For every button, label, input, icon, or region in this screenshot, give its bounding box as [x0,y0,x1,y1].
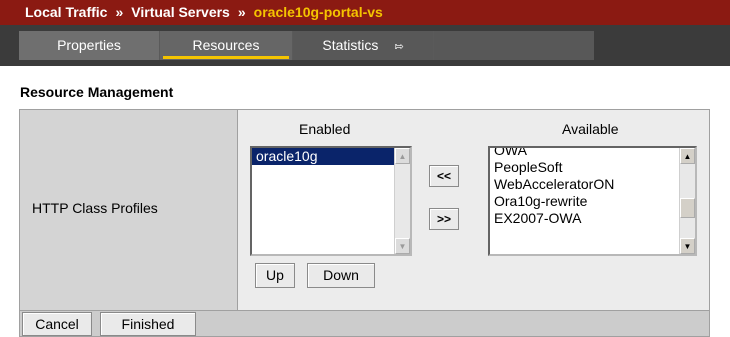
list-item[interactable]: oracle10g [252,148,410,165]
available-scrollbar[interactable]: ▲ ▼ [679,148,695,254]
breadcrumb: Local Traffic » Virtual Servers » oracle10g-… [0,0,730,25]
down-button[interactable]: Down [307,263,375,288]
breadcrumb-current-page: oracle10g-portal-vs [253,4,383,20]
enabled-scrollbar[interactable]: ▲ ▼ [394,148,410,254]
tab-properties[interactable]: Properties [19,31,160,60]
move-to-enabled-button[interactable]: << [429,165,459,187]
list-item[interactable]: OWA [490,148,695,159]
tab-statistics-label: Statistics [322,37,379,53]
list-item[interactable]: EX2007-OWA [490,210,695,227]
row-label-cell: HTTP Class Profiles [20,110,238,310]
breadcrumb-local-traffic[interactable]: Local Traffic [25,4,107,20]
scrollbar-thumb[interactable] [680,198,695,218]
breadcrumb-separator: » [115,4,124,20]
up-button[interactable]: Up [255,263,295,288]
enabled-listbox[interactable]: oracle10g ▲ ▼ [250,146,412,256]
tab-statistics[interactable]: Statistics ⇰ [293,31,434,60]
list-item[interactable]: WebAcceleratorON [490,176,695,193]
finished-button[interactable]: Finished [100,312,196,336]
cancel-button[interactable]: Cancel [22,312,92,336]
breadcrumb-separator: » [237,4,246,20]
move-to-available-button[interactable]: >> [429,208,459,230]
scroll-up-icon[interactable]: ▲ [395,148,410,164]
scroll-down-icon[interactable]: ▼ [395,238,410,254]
scroll-up-icon[interactable]: ▲ [680,148,695,164]
tab-bar: Properties Resources Statistics ⇰ [0,25,730,66]
enabled-header: Enabled [299,121,351,137]
section-title: Resource Management [20,84,174,100]
available-header: Available [562,121,619,137]
tab-properties-label: Properties [57,37,121,53]
list-item[interactable]: PeopleSoft [490,159,695,176]
list-item[interactable]: Ora10g-rewrite [490,193,695,210]
form-footer: Cancel Finished [19,311,710,337]
tab-resources[interactable]: Resources [160,31,293,60]
http-class-profiles-label: HTTP Class Profiles [32,200,158,216]
scroll-down-icon[interactable]: ▼ [680,238,695,254]
external-arrow-icon: ⇰ [394,41,404,53]
tab-bar-spacer [434,31,594,60]
available-listbox[interactable]: OWA PeopleSoft WebAcceleratorON Ora10g-rewr… [488,146,697,256]
row-content-cell: Enabled Available oracle10g ▲ ▼ << >> OW… [238,110,709,310]
breadcrumb-virtual-servers[interactable]: Virtual Servers [131,4,230,20]
tab-resources-label: Resources [192,37,260,53]
resource-panel: HTTP Class Profiles Enabled Available or… [19,109,710,311]
